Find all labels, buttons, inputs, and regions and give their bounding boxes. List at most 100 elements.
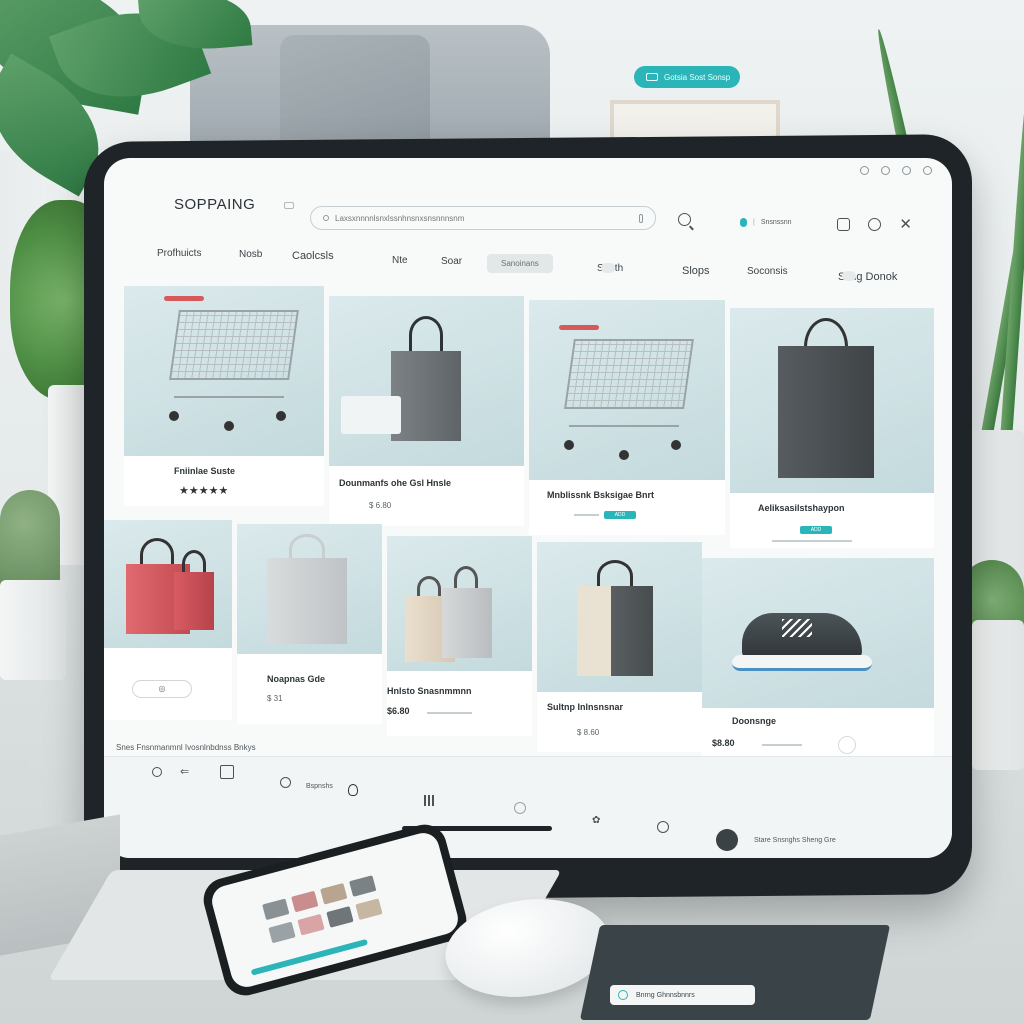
phone-thumbnail (262, 898, 290, 921)
notebook-label: Bnrng Ghnnsbnnrs (610, 985, 755, 1005)
location-icon[interactable] (348, 784, 358, 796)
product-image (730, 308, 934, 493)
product-image (104, 520, 232, 648)
product-title: Aeliksasilstshaypon (758, 503, 845, 513)
cart-wheel (564, 440, 574, 450)
toggle-icon (601, 263, 615, 273)
product-card[interactable]: Noapnas Gde $ 31 (237, 524, 382, 724)
home-icon[interactable] (152, 767, 162, 777)
price-placeholder (574, 514, 599, 516)
product-price: $ 8.60 (577, 728, 600, 737)
grid-icon[interactable] (220, 765, 234, 779)
nav-item-products[interactable]: Profhuicts (157, 248, 201, 259)
info-icon[interactable] (838, 736, 856, 754)
shopping-cart-icon (559, 325, 699, 465)
profile-icon[interactable] (868, 218, 882, 231)
cart-basket (169, 310, 299, 380)
help-label[interactable]: Bspnshs (306, 783, 333, 790)
maximize-icon[interactable] (881, 166, 890, 175)
nav-item-shops[interactable]: Slops (682, 265, 710, 277)
quantity-stepper[interactable]: ◎ (132, 680, 192, 698)
cart-frame (569, 425, 679, 427)
cart-wheel (671, 440, 681, 450)
plant-pot (972, 620, 1024, 770)
product-price: $ 6.80 (369, 501, 392, 510)
product-card[interactable]: Mnblissnk Bsksigae Bnrt ADD (529, 300, 725, 535)
user-icon (740, 218, 747, 227)
product-card[interactable]: Doonsnge $8.80 (702, 558, 934, 758)
help-icon[interactable] (280, 777, 291, 788)
notebook-label-text: Bnrng Ghnnsbnnrs (636, 991, 695, 999)
product-rating: ★★★★★ (179, 485, 229, 497)
account-label: Snsnssnn (760, 219, 792, 226)
cart-wheel (224, 421, 234, 431)
nav-item-sale[interactable]: Soar (441, 256, 462, 267)
main-navigation: Profhuicts Nosb Caolcsls Nte Soar Sanoin… (154, 246, 924, 283)
shopping-app-screen: SOPPAING | Snsnssnn ✕ Profhuicts Nosb Ca… (104, 158, 952, 858)
phone-thumbnail (349, 875, 377, 897)
close-icon[interactable]: ✕ (899, 217, 912, 232)
toggle-icon (842, 271, 856, 281)
user-avatar[interactable] (716, 829, 738, 851)
product-title: Noapnas Gde (267, 674, 326, 684)
shopping-bag-icon (442, 566, 492, 658)
search-button-icon[interactable] (678, 213, 691, 226)
search-bar[interactable] (310, 206, 656, 230)
product-price: $8.80 (712, 738, 735, 748)
divider: | (753, 219, 755, 226)
product-card[interactable]: Dounmanfs ohe Gsl Hnsle $ 6.80 (329, 296, 524, 526)
phone-thumbnail (268, 921, 296, 944)
barcode-icon[interactable] (424, 795, 436, 806)
clock-icon[interactable] (657, 821, 669, 833)
product-image (124, 286, 324, 456)
product-image (329, 296, 524, 466)
app-footer: Snes Fnsnmanmnl Ivosnlnbdnss Bnkys ⇐ Bsp… (104, 743, 952, 858)
add-to-cart-button[interactable]: ADD (604, 511, 636, 519)
cart-handle (164, 296, 204, 301)
account-menu[interactable]: | Snsnssnn (740, 218, 792, 227)
shopping-cart-icon (164, 296, 304, 436)
back-arrow-icon[interactable]: ⇐ (180, 765, 189, 778)
cart-wheel (276, 411, 286, 421)
shopping-bag-icon (391, 316, 461, 441)
product-card[interactable]: Sultnp Inlnsnsnar $ 8.60 (537, 542, 702, 752)
nav-item-new[interactable]: Nte (392, 255, 408, 266)
minimize-icon[interactable] (860, 166, 869, 175)
product-card[interactable]: Hnlsto Snasnmmnn $6.80 (387, 536, 532, 736)
price-placeholder (772, 540, 852, 542)
cart-icon[interactable] (837, 218, 851, 231)
bag-body (778, 346, 874, 478)
nav-item-news[interactable]: Nosb (239, 249, 262, 260)
product-image (702, 558, 934, 708)
product-title: Fniinlae Suste (174, 466, 236, 476)
shopping-bag-icon (577, 560, 653, 676)
phone-thumbnail (291, 890, 319, 913)
cactus-pot (0, 580, 66, 680)
menu-icon[interactable] (284, 202, 294, 209)
product-title: Hnlsto Snasnmmnn (387, 686, 472, 696)
nav-item-active[interactable]: Sanoinans (487, 254, 553, 273)
phone-thumbnail (326, 906, 354, 928)
app-brand[interactable]: SOPPAING (174, 196, 255, 213)
shopping-bag-icon (267, 534, 347, 644)
nav-item-sessions[interactable]: Soconsis (747, 266, 788, 277)
microphone-icon[interactable] (639, 213, 643, 223)
phone-thumbnail (320, 882, 348, 905)
gift-card (341, 396, 401, 434)
chat-icon[interactable] (514, 802, 526, 814)
product-card[interactable]: Aeliksasilstshaypon ADD (730, 308, 934, 548)
nav-item-categories[interactable]: Caolcsls (292, 250, 334, 262)
refresh-icon[interactable] (902, 166, 911, 175)
close-window-icon[interactable] (923, 166, 932, 175)
bag-handle (409, 316, 443, 354)
product-image (387, 536, 532, 671)
bug-icon[interactable]: ✿ (592, 815, 600, 826)
search-input[interactable] (335, 213, 633, 223)
product-card[interactable]: Fniinlae Suste ★★★★★ (124, 286, 324, 506)
add-to-cart-button[interactable]: ADD (800, 526, 832, 534)
product-price: $ 31 (267, 694, 283, 703)
notebook (579, 925, 891, 1020)
cart-wheel (619, 450, 629, 460)
cart-frame (174, 396, 284, 398)
product-card[interactable]: ◎ (104, 520, 232, 720)
